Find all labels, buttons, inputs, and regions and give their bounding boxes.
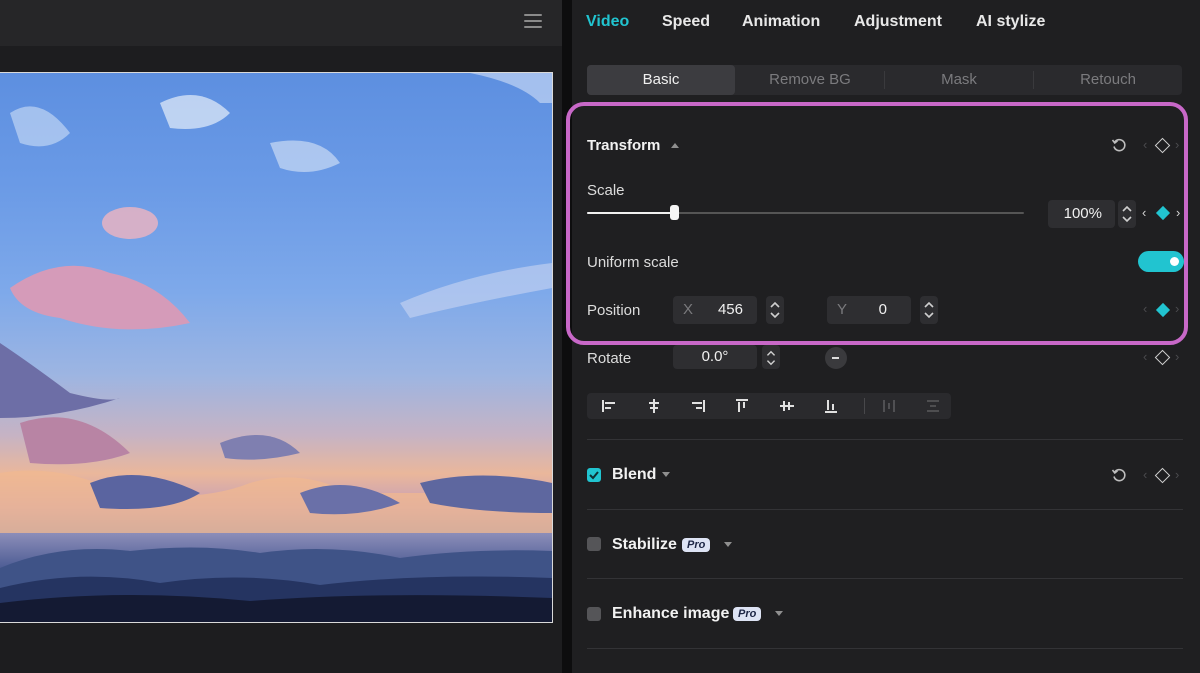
inspector-panel: Video Speed Animation Adjustment AI styl… <box>566 0 1200 673</box>
align-top-icon[interactable] <box>734 398 750 414</box>
expand-caret-icon[interactable] <box>724 542 732 547</box>
section-divider <box>587 578 1183 579</box>
main-tabs: Video Speed Animation Adjustment AI styl… <box>572 0 1200 46</box>
expand-caret-icon[interactable] <box>775 611 783 616</box>
blend-title[interactable]: Blend <box>612 466 656 484</box>
align-center-vertical-icon[interactable] <box>779 398 795 414</box>
section-divider <box>587 648 1183 649</box>
subtab-remove-bg[interactable]: Remove BG <box>736 65 884 95</box>
pro-badge: Pro <box>733 607 762 621</box>
section-divider <box>587 439 1183 440</box>
enhance-image-checkbox[interactable] <box>587 607 601 621</box>
tab-animation[interactable]: Animation <box>742 13 820 31</box>
expand-caret-icon[interactable] <box>662 472 670 477</box>
rotate-dial[interactable] <box>825 347 847 369</box>
reset-icon[interactable] <box>1111 467 1127 483</box>
preview-panel <box>0 0 562 673</box>
next-keyframe-icon[interactable]: › <box>1175 468 1179 482</box>
sky-landscape-image <box>0 73 552 622</box>
enhance-image-title[interactable]: Enhance image <box>612 605 729 623</box>
pro-badge: Pro <box>682 538 711 552</box>
preview-topbar <box>0 0 562 46</box>
tab-speed[interactable]: Speed <box>662 13 710 31</box>
subtab-basic[interactable]: Basic <box>587 65 735 95</box>
stabilize-checkbox[interactable] <box>587 537 601 551</box>
distribute-vertical-icon <box>927 400 939 412</box>
transform-highlight-box <box>566 102 1188 345</box>
rotate-field[interactable]: 0.0° <box>673 345 757 369</box>
distribute-horizontal-icon <box>883 400 895 412</box>
subtab-mask[interactable]: Mask <box>885 65 1033 95</box>
section-divider <box>587 509 1183 510</box>
keyframe-icon[interactable] <box>1154 349 1171 366</box>
rotate-stepper[interactable] <box>762 345 780 369</box>
tab-ai-stylize[interactable]: AI stylize <box>976 13 1045 31</box>
alignment-toolbar <box>587 393 951 419</box>
tab-video[interactable]: Video <box>586 13 629 31</box>
next-keyframe-icon[interactable]: › <box>1175 350 1179 364</box>
toolbar-separator <box>864 398 865 414</box>
video-preview[interactable] <box>0 73 552 622</box>
align-bottom-icon[interactable] <box>823 398 839 414</box>
menu-icon[interactable] <box>524 14 542 30</box>
align-right-icon[interactable] <box>690 398 706 414</box>
keyframe-icon[interactable] <box>1154 467 1171 484</box>
blend-checkbox[interactable] <box>587 468 601 482</box>
prev-keyframe-icon[interactable]: ‹ <box>1143 468 1147 482</box>
rotate-label: Rotate <box>587 350 632 367</box>
stabilize-title[interactable]: Stabilize <box>612 536 677 554</box>
prev-keyframe-icon[interactable]: ‹ <box>1143 350 1147 364</box>
align-left-icon[interactable] <box>601 398 617 414</box>
rotate-value: 0.0° <box>701 348 729 365</box>
sub-tabs: Basic Remove BG Mask Retouch <box>587 65 1182 95</box>
subtab-retouch[interactable]: Retouch <box>1034 65 1182 95</box>
tab-adjustment[interactable]: Adjustment <box>854 13 942 31</box>
align-center-horizontal-icon[interactable] <box>646 398 662 414</box>
